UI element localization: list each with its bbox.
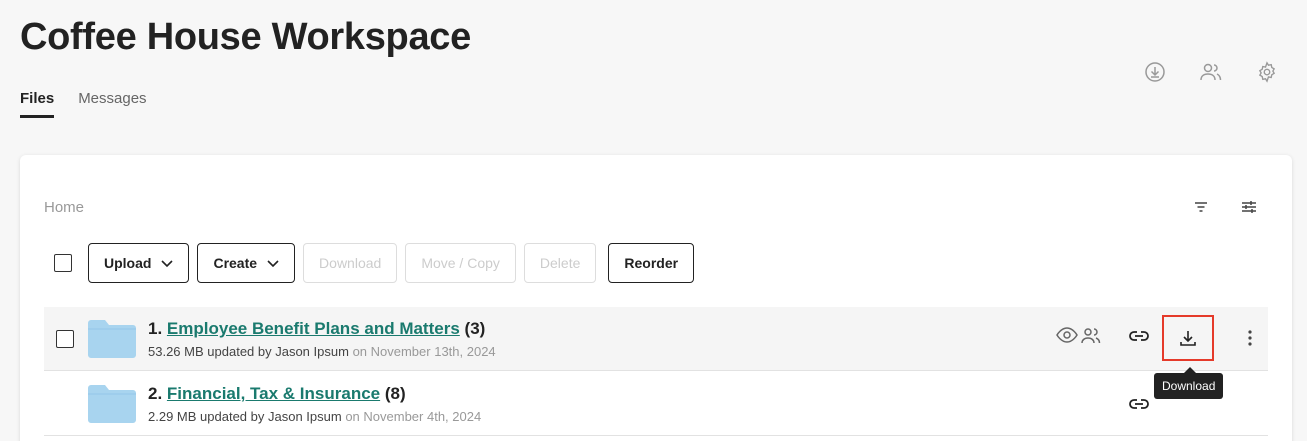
- filter-icon[interactable]: [1192, 198, 1210, 216]
- upload-button[interactable]: Upload: [88, 243, 190, 283]
- select-all-checkbox[interactable]: [54, 254, 72, 272]
- row-size: 53.26 MB: [148, 344, 204, 359]
- move-copy-button[interactable]: Move / Copy: [405, 243, 516, 283]
- header-actions: [1143, 60, 1279, 84]
- users-icon[interactable]: [1080, 327, 1102, 345]
- table-row[interactable]: 1. Employee Benefit Plans and Matters (3…: [44, 307, 1268, 371]
- row-title: 2. Financial, Tax & Insurance (8): [148, 384, 481, 404]
- file-toolbar: Upload Create Download Move / Copy Delet…: [54, 243, 695, 283]
- row-date: on November 13th, 2024: [352, 344, 496, 359]
- download-circle-icon[interactable]: [1143, 60, 1167, 84]
- table-row[interactable]: 2. Financial, Tax & Insurance (8) 2.29 M…: [44, 372, 1268, 436]
- chevron-down-icon: [161, 255, 174, 271]
- create-button[interactable]: Create: [197, 243, 296, 283]
- download-tooltip: Download: [1154, 367, 1224, 399]
- download-button[interactable]: Download: [303, 243, 398, 283]
- row-meta: 2.29 MB updated by Jason Ipsum on Novemb…: [148, 409, 481, 424]
- row-updated-by: updated by Jason Ipsum: [207, 344, 349, 359]
- row-text: 2. Financial, Tax & Insurance (8) 2.29 M…: [148, 384, 481, 424]
- more-vertical-icon[interactable]: [1248, 329, 1252, 347]
- card-tools: [1192, 198, 1258, 216]
- folder-link[interactable]: Financial, Tax & Insurance: [167, 384, 380, 403]
- row-title: 1. Employee Benefit Plans and Matters (3…: [148, 319, 496, 339]
- row-date: on November 4th, 2024: [345, 409, 482, 424]
- files-card: Home Upload Create Download Move / Copy …: [20, 155, 1292, 441]
- folder-link[interactable]: Employee Benefit Plans and Matters: [167, 319, 460, 338]
- folder-icon: [88, 320, 136, 363]
- page-title: Coffee House Workspace: [20, 16, 471, 58]
- tab-bar: Files Messages: [20, 90, 147, 118]
- row-index: 1.: [148, 319, 163, 338]
- chevron-down-icon: [267, 255, 279, 271]
- download-icon[interactable]: [1162, 315, 1214, 361]
- tab-messages[interactable]: Messages: [78, 90, 146, 118]
- row-text: 1. Employee Benefit Plans and Matters (3…: [148, 319, 496, 359]
- row-updated-by: updated by Jason Ipsum: [200, 409, 342, 424]
- reorder-button[interactable]: Reorder: [608, 243, 695, 283]
- row-count: (8): [384, 384, 406, 403]
- tab-files[interactable]: Files: [20, 90, 55, 118]
- sliders-icon[interactable]: [1240, 198, 1258, 216]
- row-size: 2.29 MB: [148, 409, 197, 424]
- row-index: 2.: [148, 384, 163, 403]
- gear-icon[interactable]: [1255, 60, 1279, 84]
- delete-button[interactable]: Delete: [523, 243, 597, 283]
- folder-icon: [88, 385, 136, 428]
- row-checkbox[interactable]: [56, 329, 74, 348]
- users-icon[interactable]: [1199, 60, 1223, 84]
- link-icon[interactable]: [1128, 329, 1150, 343]
- row-meta: 53.26 MB updated by Jason Ipsum on Novem…: [148, 344, 496, 359]
- create-label: Create: [213, 255, 258, 271]
- link-icon[interactable]: [1128, 397, 1150, 411]
- row-count: (3): [464, 319, 486, 338]
- breadcrumb[interactable]: Home: [44, 199, 84, 216]
- eye-icon[interactable]: [1056, 327, 1078, 343]
- upload-label: Upload: [104, 255, 152, 271]
